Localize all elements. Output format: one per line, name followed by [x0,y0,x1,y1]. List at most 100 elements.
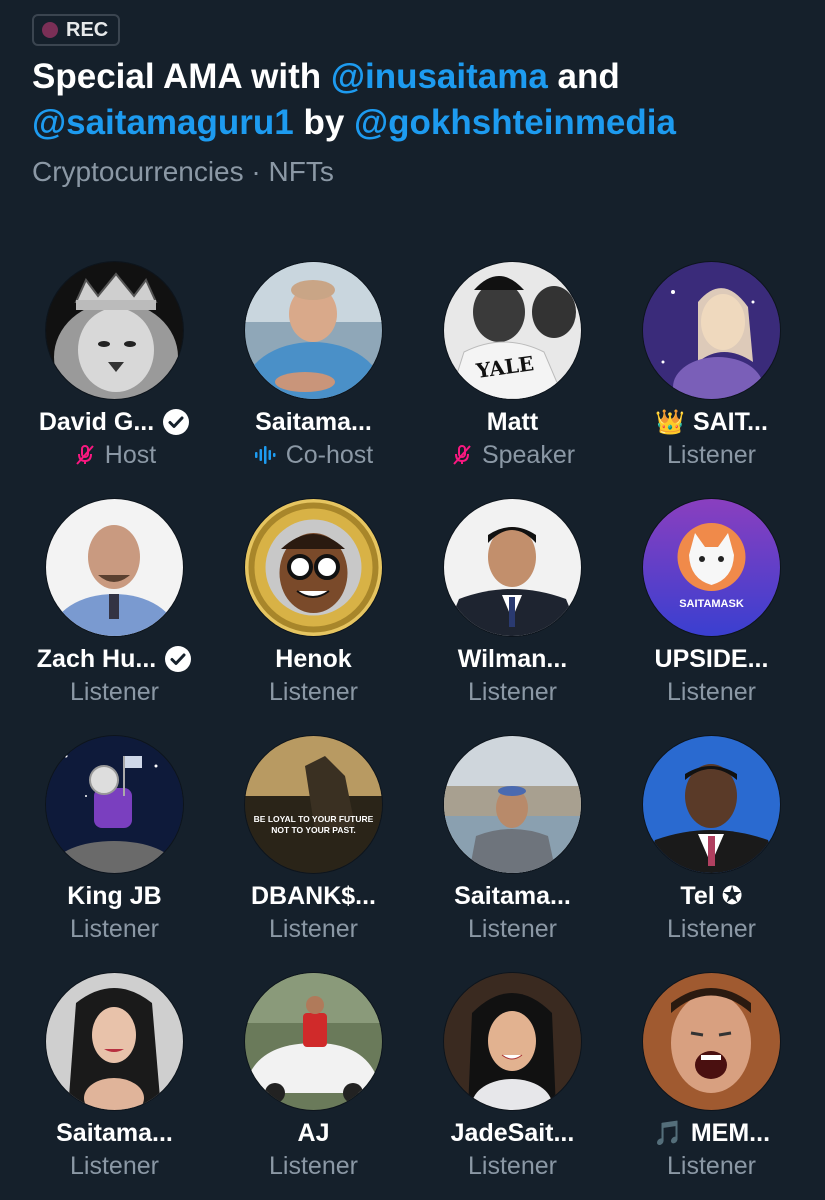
avatar[interactable] [46,499,183,636]
avatar[interactable] [245,262,382,399]
participant-name-row: Wilman... [458,642,568,676]
participant-role: Listener [667,914,756,943]
participant-name: Saitama... [255,407,372,436]
participant-role: Listener [269,1151,358,1180]
participant[interactable]: BE LOYAL TO YOUR FUTURE NOT TO YOUR PAST… [214,736,413,973]
participant-role: Listener [70,1151,159,1180]
title-text: by [293,103,355,142]
avatar[interactable] [643,736,780,873]
participant-name: SAIT... [692,407,768,436]
participant-name: Saitama... [454,881,571,910]
participant-name-row: King JB [67,879,161,913]
participant-role-row: Listener [70,913,159,945]
participant-name: MEM... [690,1118,771,1147]
speaking-wave-icon [254,443,278,467]
avatar[interactable] [46,736,183,873]
participant[interactable]: Saitama... Co-host [214,262,413,499]
participant-name: Wilman... [457,644,568,673]
participant[interactable]: Tel ✪ Listener [612,736,811,973]
participant[interactable]: SAITAMASK UPSIDE... Listener [612,499,811,736]
avatar[interactable]: BE LOYAL TO YOUR FUTURE NOT TO YOUR PAST… [245,736,382,873]
muted-mic-icon [450,443,474,467]
muted-mic-icon [73,443,97,467]
avatar[interactable]: SAITAMASK [643,499,780,636]
participant-role: Listener [269,914,358,943]
mention-link[interactable]: @inusaitama [331,57,548,96]
participant-role-row: Listener [468,913,557,945]
participant[interactable]: 🎵 MEM... Listener [612,973,811,1200]
rec-label: REC [66,18,109,41]
participant-role: Listener [269,677,358,706]
participant-name-row: Tel ✪ [680,879,742,913]
participant[interactable]: Saitama... Listener [15,973,214,1200]
logo-text: SAITAMASK [679,598,744,610]
participant-role: Listener [468,1151,557,1180]
participant-name-row: Saitama... [454,879,571,913]
space-screen: REC Special AMA with @inusaitama and @sa… [0,0,825,1200]
participant[interactable]: David G... Host [15,262,214,499]
participant-role-row: Listener [269,1150,358,1182]
avatar[interactable] [643,973,780,1110]
participant[interactable]: Zach Hu... Listener [15,499,214,736]
participant-role: Listener [667,440,756,469]
quote-text: BE LOYAL TO YOUR FUTURE [254,814,374,824]
participant-name-row: DBANK$... [251,879,376,913]
participant-role-row: Listener [468,1150,557,1182]
participant[interactable]: Saitama... Listener [413,736,612,973]
participant-role: Listener [70,914,159,943]
participant-name-row: David G... [39,405,190,439]
participant[interactable]: JadeSait... Listener [413,973,612,1200]
avatar[interactable] [46,973,183,1110]
avatar[interactable]: YALE [444,262,581,399]
participant-role: Listener [468,677,557,706]
space-topics: Cryptocurrencies · NFTs [32,156,334,187]
avatar[interactable] [444,973,581,1110]
participant-name-row: Saitama... [56,1116,173,1150]
name-emoji-prefix: 🎵 [652,1119,683,1147]
mention-link[interactable]: @gokhshteinmedia [354,103,676,142]
participant-role-row: Speaker [450,439,575,471]
participant-name-row: Henok [275,642,351,676]
participant-role-row: Host [73,439,156,471]
participant-name: UPSIDE... [654,644,769,673]
participant-name: Tel ✪ [680,882,743,910]
participant-name: King JB [67,881,162,910]
participant-role: Speaker [481,440,576,469]
avatar[interactable] [245,973,382,1110]
participant-role-row: Listener [70,1150,159,1182]
avatar[interactable] [245,499,382,636]
participant[interactable]: 👑 SAIT... Listener [612,262,811,499]
participant-name-row: 🎵 MEM... [653,1116,770,1150]
participant-role-row: Listener [269,913,358,945]
participant-name: Henok [275,644,352,673]
participant-name-row: AJ [298,1116,330,1150]
recording-dot-icon [42,22,58,38]
avatar[interactable] [46,262,183,399]
participant[interactable]: King JB Listener [15,736,214,973]
participant-role: Listener [667,677,756,706]
mention-link[interactable]: @saitamaguru1 [32,103,294,142]
participant-role: Listener [667,1151,756,1180]
participant-name-row: Zach Hu... [37,642,192,676]
participant-name-row: Matt [487,405,538,439]
participant-role: Co-host [285,440,374,469]
rec-badge: REC [32,14,121,46]
participant-role-row: Listener [667,913,756,945]
participant-name: DBANK$... [250,881,376,910]
participant[interactable]: Henok Listener [214,499,413,736]
avatar[interactable] [643,262,780,399]
avatar[interactable] [444,499,581,636]
verified-badge-icon [164,645,192,673]
participant-name: Matt [486,407,539,436]
participant-name: AJ [297,1118,330,1147]
quote-text: NOT TO YOUR PAST. [271,825,356,835]
participant-role: Listener [468,914,557,943]
participant[interactable]: YALE Matt Speaker [413,262,612,499]
participant-name: JadeSait... [450,1118,575,1147]
participant-role: Host [104,440,157,469]
participant[interactable]: AJ Listener [214,973,413,1200]
participant-name: Saitama... [56,1118,173,1147]
participant[interactable]: Wilman... Listener [413,499,612,736]
participant-role-row: Listener [667,676,756,708]
avatar[interactable] [444,736,581,873]
